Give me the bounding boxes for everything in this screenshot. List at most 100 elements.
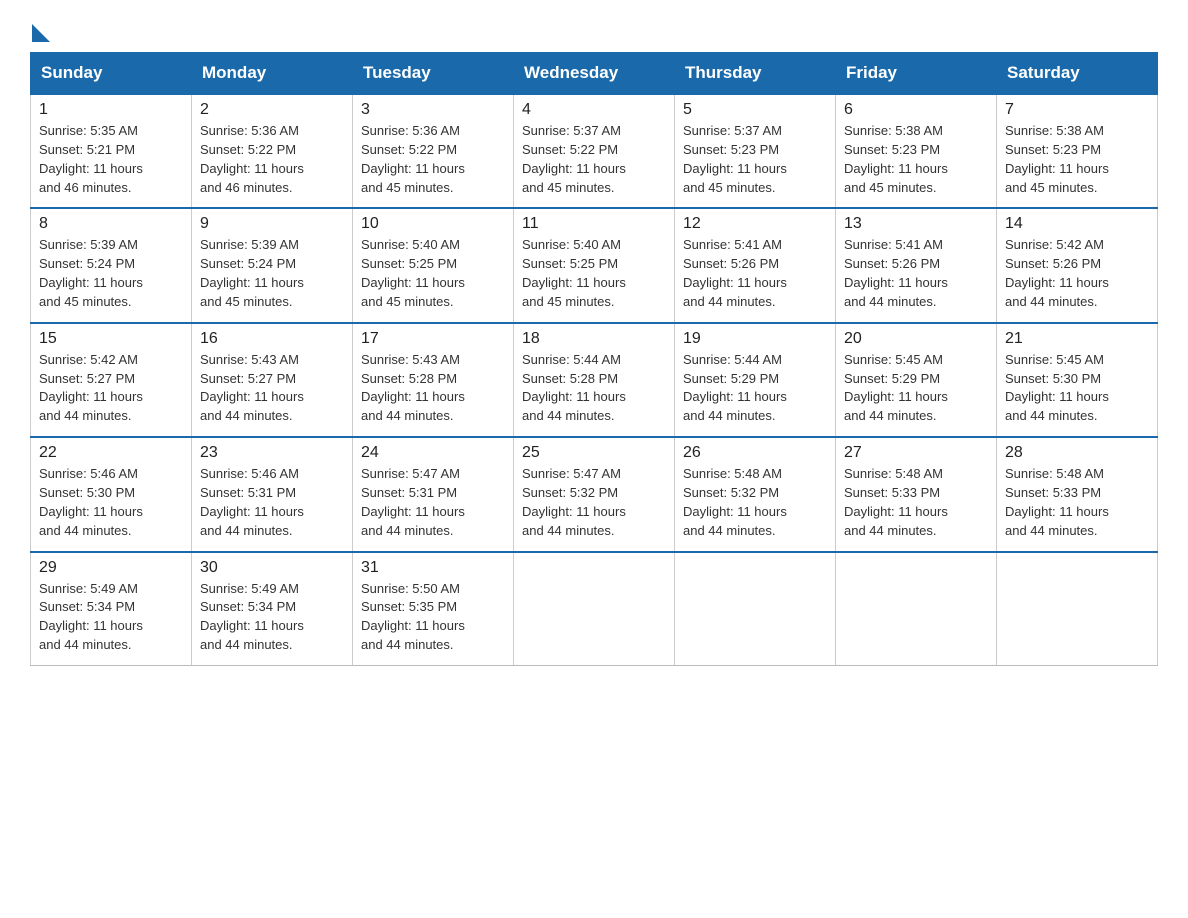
day-info: Sunrise: 5:39 AMSunset: 5:24 PMDaylight:… xyxy=(200,237,304,309)
weekday-header-monday: Monday xyxy=(192,53,353,95)
logo xyxy=(30,20,50,42)
day-number: 3 xyxy=(361,101,505,119)
day-info: Sunrise: 5:45 AMSunset: 5:30 PMDaylight:… xyxy=(1005,352,1109,424)
day-info: Sunrise: 5:46 AMSunset: 5:30 PMDaylight:… xyxy=(39,466,143,538)
day-number: 25 xyxy=(522,444,666,462)
calendar-cell: 6 Sunrise: 5:38 AMSunset: 5:23 PMDayligh… xyxy=(836,94,997,208)
day-number: 21 xyxy=(1005,330,1149,348)
calendar-cell: 5 Sunrise: 5:37 AMSunset: 5:23 PMDayligh… xyxy=(675,94,836,208)
week-row-5: 29 Sunrise: 5:49 AMSunset: 5:34 PMDaylig… xyxy=(31,552,1158,666)
day-number: 17 xyxy=(361,330,505,348)
calendar-cell xyxy=(675,552,836,666)
calendar-cell: 28 Sunrise: 5:48 AMSunset: 5:33 PMDaylig… xyxy=(997,437,1158,551)
day-number: 4 xyxy=(522,101,666,119)
calendar-cell: 24 Sunrise: 5:47 AMSunset: 5:31 PMDaylig… xyxy=(353,437,514,551)
weekday-header-thursday: Thursday xyxy=(675,53,836,95)
calendar-cell: 21 Sunrise: 5:45 AMSunset: 5:30 PMDaylig… xyxy=(997,323,1158,437)
day-number: 23 xyxy=(200,444,344,462)
calendar-cell: 27 Sunrise: 5:48 AMSunset: 5:33 PMDaylig… xyxy=(836,437,997,551)
day-number: 31 xyxy=(361,559,505,577)
day-number: 16 xyxy=(200,330,344,348)
calendar-cell: 13 Sunrise: 5:41 AMSunset: 5:26 PMDaylig… xyxy=(836,208,997,322)
day-number: 30 xyxy=(200,559,344,577)
day-number: 7 xyxy=(1005,101,1149,119)
logo-top xyxy=(30,20,50,42)
weekday-header-saturday: Saturday xyxy=(997,53,1158,95)
day-number: 20 xyxy=(844,330,988,348)
calendar-cell: 25 Sunrise: 5:47 AMSunset: 5:32 PMDaylig… xyxy=(514,437,675,551)
day-info: Sunrise: 5:37 AMSunset: 5:23 PMDaylight:… xyxy=(683,123,787,195)
day-info: Sunrise: 5:40 AMSunset: 5:25 PMDaylight:… xyxy=(522,237,626,309)
day-info: Sunrise: 5:39 AMSunset: 5:24 PMDaylight:… xyxy=(39,237,143,309)
day-number: 27 xyxy=(844,444,988,462)
day-number: 24 xyxy=(361,444,505,462)
day-info: Sunrise: 5:41 AMSunset: 5:26 PMDaylight:… xyxy=(844,237,948,309)
calendar-cell: 16 Sunrise: 5:43 AMSunset: 5:27 PMDaylig… xyxy=(192,323,353,437)
weekday-header-row: SundayMondayTuesdayWednesdayThursdayFrid… xyxy=(31,53,1158,95)
calendar-cell: 22 Sunrise: 5:46 AMSunset: 5:30 PMDaylig… xyxy=(31,437,192,551)
day-info: Sunrise: 5:44 AMSunset: 5:28 PMDaylight:… xyxy=(522,352,626,424)
week-row-1: 1 Sunrise: 5:35 AMSunset: 5:21 PMDayligh… xyxy=(31,94,1158,208)
weekday-header-friday: Friday xyxy=(836,53,997,95)
calendar-cell xyxy=(997,552,1158,666)
day-number: 9 xyxy=(200,215,344,233)
day-info: Sunrise: 5:36 AMSunset: 5:22 PMDaylight:… xyxy=(361,123,465,195)
day-info: Sunrise: 5:48 AMSunset: 5:33 PMDaylight:… xyxy=(844,466,948,538)
day-info: Sunrise: 5:38 AMSunset: 5:23 PMDaylight:… xyxy=(1005,123,1109,195)
calendar-cell: 2 Sunrise: 5:36 AMSunset: 5:22 PMDayligh… xyxy=(192,94,353,208)
day-number: 26 xyxy=(683,444,827,462)
day-info: Sunrise: 5:36 AMSunset: 5:22 PMDaylight:… xyxy=(200,123,304,195)
calendar-cell: 30 Sunrise: 5:49 AMSunset: 5:34 PMDaylig… xyxy=(192,552,353,666)
day-info: Sunrise: 5:38 AMSunset: 5:23 PMDaylight:… xyxy=(844,123,948,195)
day-info: Sunrise: 5:49 AMSunset: 5:34 PMDaylight:… xyxy=(200,581,304,653)
day-number: 6 xyxy=(844,101,988,119)
day-number: 18 xyxy=(522,330,666,348)
calendar-cell: 9 Sunrise: 5:39 AMSunset: 5:24 PMDayligh… xyxy=(192,208,353,322)
calendar-cell: 17 Sunrise: 5:43 AMSunset: 5:28 PMDaylig… xyxy=(353,323,514,437)
day-number: 28 xyxy=(1005,444,1149,462)
day-info: Sunrise: 5:37 AMSunset: 5:22 PMDaylight:… xyxy=(522,123,626,195)
week-row-4: 22 Sunrise: 5:46 AMSunset: 5:30 PMDaylig… xyxy=(31,437,1158,551)
day-number: 10 xyxy=(361,215,505,233)
calendar-header: SundayMondayTuesdayWednesdayThursdayFrid… xyxy=(31,53,1158,95)
calendar-cell: 8 Sunrise: 5:39 AMSunset: 5:24 PMDayligh… xyxy=(31,208,192,322)
day-info: Sunrise: 5:47 AMSunset: 5:32 PMDaylight:… xyxy=(522,466,626,538)
calendar-cell: 7 Sunrise: 5:38 AMSunset: 5:23 PMDayligh… xyxy=(997,94,1158,208)
day-number: 13 xyxy=(844,215,988,233)
page-header xyxy=(30,20,1158,42)
day-info: Sunrise: 5:41 AMSunset: 5:26 PMDaylight:… xyxy=(683,237,787,309)
day-info: Sunrise: 5:50 AMSunset: 5:35 PMDaylight:… xyxy=(361,581,465,653)
day-info: Sunrise: 5:42 AMSunset: 5:26 PMDaylight:… xyxy=(1005,237,1109,309)
day-number: 29 xyxy=(39,559,183,577)
day-number: 14 xyxy=(1005,215,1149,233)
day-info: Sunrise: 5:42 AMSunset: 5:27 PMDaylight:… xyxy=(39,352,143,424)
calendar-cell: 31 Sunrise: 5:50 AMSunset: 5:35 PMDaylig… xyxy=(353,552,514,666)
calendar-body: 1 Sunrise: 5:35 AMSunset: 5:21 PMDayligh… xyxy=(31,94,1158,665)
calendar-cell: 14 Sunrise: 5:42 AMSunset: 5:26 PMDaylig… xyxy=(997,208,1158,322)
day-number: 8 xyxy=(39,215,183,233)
day-info: Sunrise: 5:49 AMSunset: 5:34 PMDaylight:… xyxy=(39,581,143,653)
day-info: Sunrise: 5:48 AMSunset: 5:32 PMDaylight:… xyxy=(683,466,787,538)
logo-arrow-icon xyxy=(32,24,50,42)
calendar-table: SundayMondayTuesdayWednesdayThursdayFrid… xyxy=(30,52,1158,666)
day-info: Sunrise: 5:45 AMSunset: 5:29 PMDaylight:… xyxy=(844,352,948,424)
day-number: 5 xyxy=(683,101,827,119)
day-info: Sunrise: 5:35 AMSunset: 5:21 PMDaylight:… xyxy=(39,123,143,195)
calendar-cell: 29 Sunrise: 5:49 AMSunset: 5:34 PMDaylig… xyxy=(31,552,192,666)
calendar-cell: 1 Sunrise: 5:35 AMSunset: 5:21 PMDayligh… xyxy=(31,94,192,208)
day-info: Sunrise: 5:43 AMSunset: 5:27 PMDaylight:… xyxy=(200,352,304,424)
calendar-cell: 15 Sunrise: 5:42 AMSunset: 5:27 PMDaylig… xyxy=(31,323,192,437)
calendar-cell: 12 Sunrise: 5:41 AMSunset: 5:26 PMDaylig… xyxy=(675,208,836,322)
weekday-header-tuesday: Tuesday xyxy=(353,53,514,95)
day-info: Sunrise: 5:47 AMSunset: 5:31 PMDaylight:… xyxy=(361,466,465,538)
calendar-cell: 26 Sunrise: 5:48 AMSunset: 5:32 PMDaylig… xyxy=(675,437,836,551)
calendar-cell xyxy=(514,552,675,666)
calendar-cell: 20 Sunrise: 5:45 AMSunset: 5:29 PMDaylig… xyxy=(836,323,997,437)
calendar-cell: 10 Sunrise: 5:40 AMSunset: 5:25 PMDaylig… xyxy=(353,208,514,322)
calendar-cell: 19 Sunrise: 5:44 AMSunset: 5:29 PMDaylig… xyxy=(675,323,836,437)
day-number: 22 xyxy=(39,444,183,462)
day-number: 11 xyxy=(522,215,666,233)
weekday-header-wednesday: Wednesday xyxy=(514,53,675,95)
week-row-2: 8 Sunrise: 5:39 AMSunset: 5:24 PMDayligh… xyxy=(31,208,1158,322)
calendar-cell: 18 Sunrise: 5:44 AMSunset: 5:28 PMDaylig… xyxy=(514,323,675,437)
